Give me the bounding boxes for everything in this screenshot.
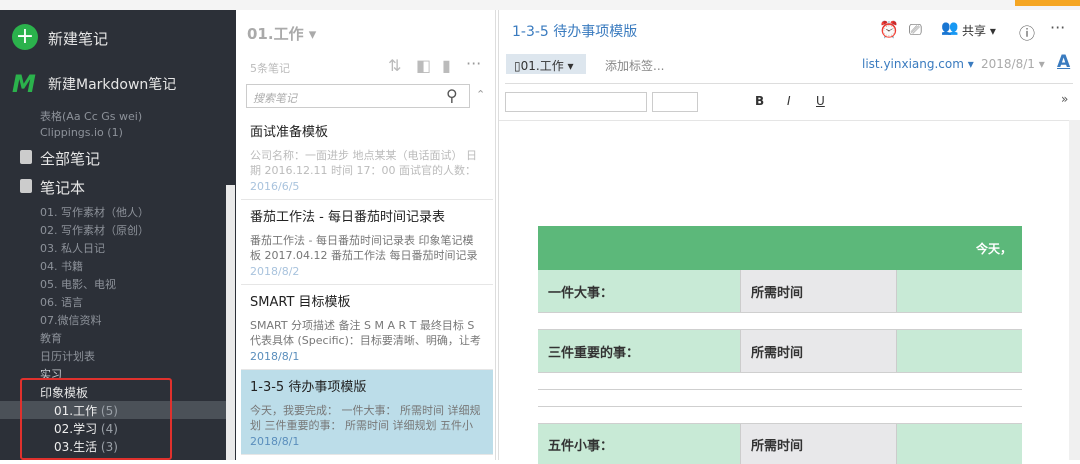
notebook-icon: ▯ xyxy=(514,59,521,73)
table-header: 今天， xyxy=(538,226,1022,270)
header-text: 今天， xyxy=(975,242,1012,256)
title-bar xyxy=(0,0,1080,10)
table-row[interactable] xyxy=(538,407,1022,424)
notebook-item[interactable]: 06. 语言 xyxy=(40,294,83,310)
note-item-selected[interactable]: 1-3-5 待办事项模版今天，我要完成： 一件大事： 所需时间 详细规划 三件重… xyxy=(241,370,493,455)
notebooks-item[interactable]: 笔记本 xyxy=(40,177,85,198)
table-row: 三件重要的事： 所需时间 xyxy=(538,330,1022,373)
note-count: 5条笔记 xyxy=(250,62,290,75)
italic-button[interactable]: I xyxy=(787,94,791,108)
note-snippet: SMART 分项描述 备注 S M A R T 最终目标 S 代表具体 (Spe… xyxy=(250,319,481,347)
shortcut-item[interactable]: Clippings.io (1) xyxy=(40,126,123,139)
source-url[interactable]: list.yinxiang.com ▾ xyxy=(862,57,974,71)
table-row: 一件大事： 所需时间 xyxy=(538,270,1022,313)
table-row[interactable] xyxy=(538,313,1022,330)
note-title: SMART 目标模板 xyxy=(250,295,351,310)
task-label[interactable]: 五件小事： xyxy=(538,424,741,464)
notebook-item[interactable]: 03. 私人日记 xyxy=(40,240,105,256)
note-date: 2018/8/1 xyxy=(250,435,300,448)
notebook-item[interactable]: 07.微信资料 xyxy=(40,312,102,328)
all-notes-item[interactable]: 全部笔记 xyxy=(40,148,100,169)
new-markdown-button[interactable]: 新建Markdown笔记 xyxy=(48,74,176,94)
note-date: 2018/8/1 xyxy=(250,350,300,363)
bold-button[interactable]: B xyxy=(755,94,764,108)
share-label: 共享 xyxy=(962,24,987,38)
more-icon[interactable]: ··· xyxy=(1050,18,1065,37)
time-label[interactable]: 所需时间 xyxy=(741,270,897,312)
time-label[interactable]: 所需时间 xyxy=(741,330,897,372)
share-button[interactable]: 共享 ▾ xyxy=(962,22,996,39)
table-row[interactable] xyxy=(538,390,1022,407)
underline-button[interactable]: U xyxy=(816,94,825,108)
note-item[interactable]: SMART 目标模板 SMART 分项描述 备注 S M A R T 最终目标 S… xyxy=(241,285,493,370)
expand-toolbar-icon[interactable]: » xyxy=(1061,92,1068,106)
highlight-box xyxy=(20,378,172,460)
shortcut-item[interactable]: 表格(Aa Cc Gs wei) xyxy=(40,108,142,124)
notebook-item[interactable]: 04. 书籍 xyxy=(40,258,83,274)
note-date: 2018/8/2 xyxy=(250,265,300,278)
note-snippet: 番茄工作法 - 每日番茄时间记录表 印象笔记模板 2017.04.12 番茄工作… xyxy=(250,234,478,262)
view-icon[interactable]: ◧ xyxy=(416,56,431,75)
note-item[interactable]: 面试准备模板公司名称：一面进步 地点某某（电话面试） 日期 2016.12.11… xyxy=(241,115,493,200)
date-selector[interactable]: 2018/8/1 ▾ xyxy=(981,57,1045,71)
notebook-item[interactable]: 05. 电影、电视 xyxy=(40,276,116,292)
divider xyxy=(505,83,1073,84)
info-icon[interactable]: ⓘ xyxy=(1019,20,1035,44)
sidebar-scrollbar[interactable] xyxy=(226,185,235,460)
note-date: 2016/6/5 xyxy=(250,180,300,193)
notebook-selector[interactable]: ▯01.工作 ▾ xyxy=(506,54,586,74)
notebook-icon xyxy=(20,179,32,193)
editor-scrollbar[interactable] xyxy=(1069,120,1080,460)
delete-icon[interactable]: ▮ xyxy=(442,56,451,75)
font-family-select[interactable] xyxy=(505,92,647,112)
new-note-button[interactable]: 新建笔记 xyxy=(48,28,108,49)
notebook-title[interactable]: 01.工作 ▾ xyxy=(247,23,316,44)
notes-icon xyxy=(20,150,32,164)
note-title: 番茄工作法 - 每日番茄时间记录表 xyxy=(250,210,445,225)
note-title: 面试准备模板 xyxy=(250,125,329,140)
search-icon[interactable]: ⚲ xyxy=(446,86,458,105)
notebook-item[interactable]: 01. 写作素材（他人） xyxy=(40,204,149,220)
time-label[interactable]: 所需时间 xyxy=(741,424,897,464)
note-title: 1-3-5 待办事项模版 xyxy=(250,380,367,395)
markdown-icon: M xyxy=(12,70,36,98)
sort-icon[interactable]: ⇅ xyxy=(388,56,401,75)
note-title[interactable]: 1-3-5 待办事项模版 xyxy=(512,21,637,41)
alarm-icon[interactable]: ⏰ xyxy=(879,20,899,39)
plus-icon[interactable]: + xyxy=(12,24,38,50)
share-icon[interactable]: 👥 xyxy=(941,20,958,36)
notebook-item[interactable]: 教育 xyxy=(40,330,62,346)
note-list: 01.工作 ▾ 5条笔记 ⇅ ◧ ▮ ··· 搜索笔记 ⚲ ⌃ 面试准备模板公司… xyxy=(238,10,496,460)
note-snippet: 今天，我要完成： 一件大事： 所需时间 详细规划 三件重要的事： 所需时间 详细… xyxy=(250,404,481,432)
divider xyxy=(499,120,1069,121)
add-tag-input[interactable]: 添加标签... xyxy=(605,57,664,74)
notebook-label: 01.工作 ▾ xyxy=(520,59,574,73)
upgrade-button[interactable] xyxy=(1015,0,1080,6)
table-row[interactable] xyxy=(538,373,1022,390)
note-item[interactable]: 番茄工作法 - 每日番茄时间记录表番茄工作法 - 每日番茄时间记录表 印象笔记模… xyxy=(241,200,493,285)
present-icon[interactable]: ⎚ xyxy=(909,20,922,40)
notebook-item[interactable]: 日历计划表 xyxy=(40,348,95,364)
task-label[interactable]: 三件重要的事： xyxy=(538,330,741,372)
task-label[interactable]: 一件大事： xyxy=(538,270,741,312)
table-row: 五件小事： 所需时间 xyxy=(538,424,1022,464)
note-snippet: 公司名称：一面进步 地点某某（电话面试） 日期 2016.12.11 时间 17… xyxy=(250,149,477,177)
search-input[interactable]: 搜索笔记 xyxy=(246,84,470,108)
more-icon[interactable]: ··· xyxy=(466,54,481,73)
collapse-icon[interactable]: ⌃ xyxy=(476,88,485,101)
font-size-select[interactable] xyxy=(652,92,698,112)
font-icon[interactable]: A xyxy=(1057,52,1070,72)
notebook-item[interactable]: 02. 写作素材（原创） xyxy=(40,222,149,238)
